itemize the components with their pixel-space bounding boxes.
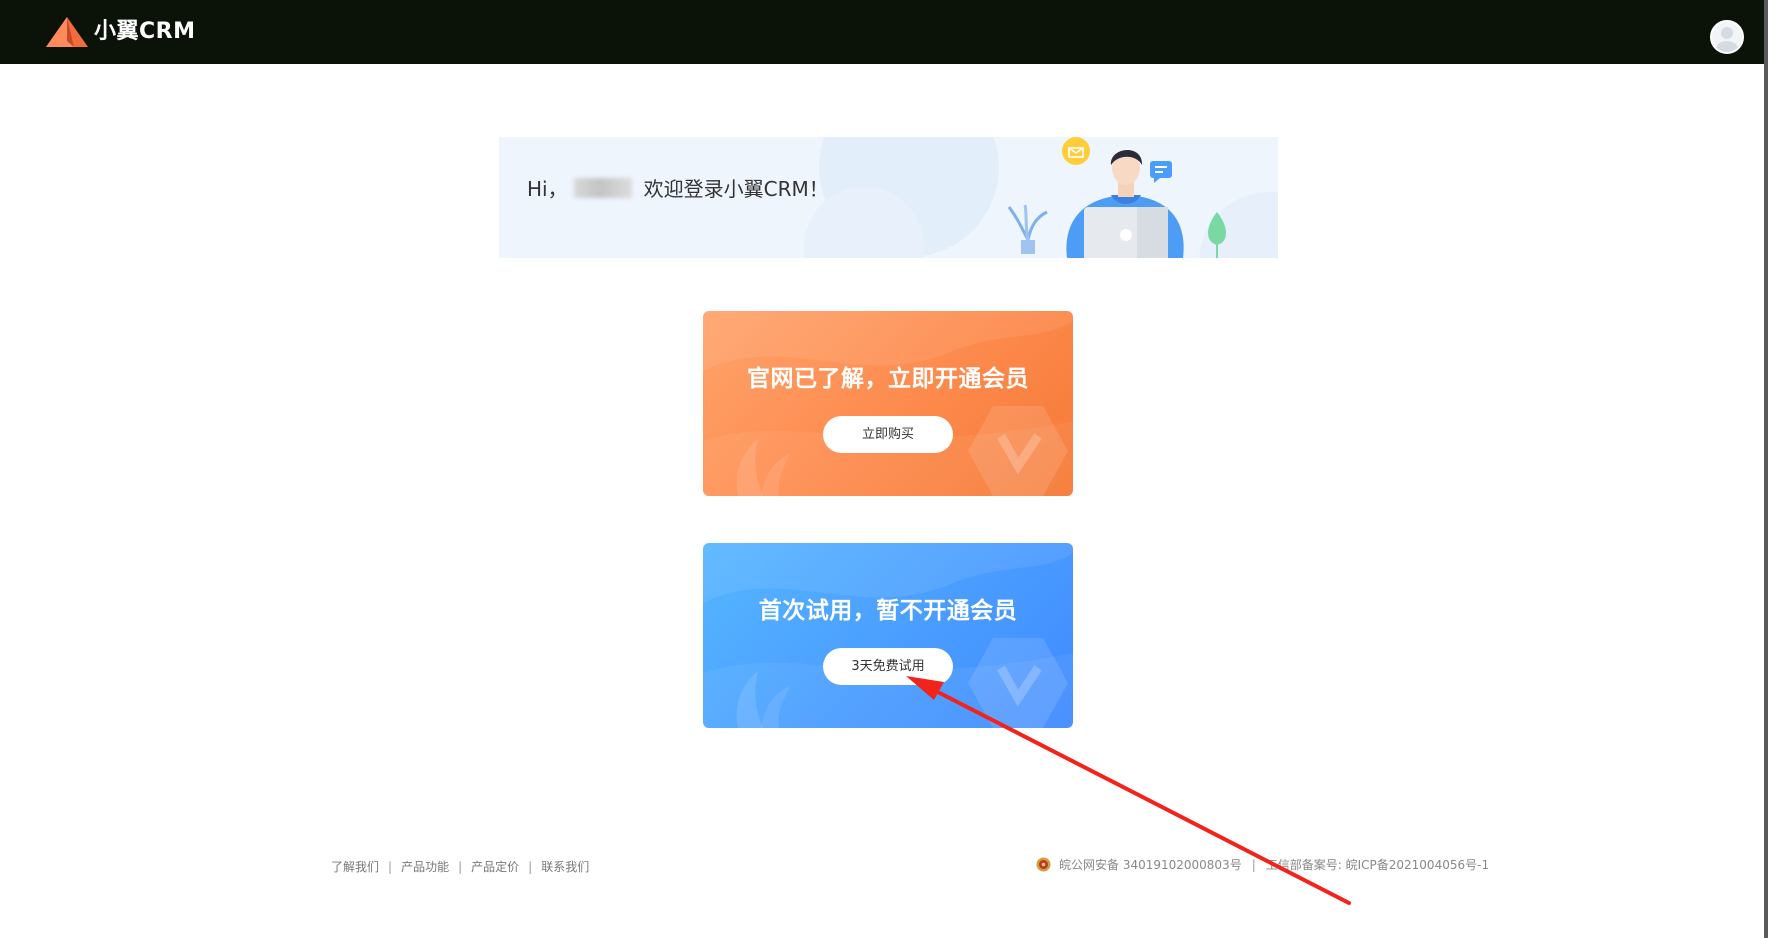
free-trial-button[interactable]: 3天免费试用 xyxy=(823,648,953,685)
welcome-message: 欢迎登录小翼CRM！ xyxy=(643,177,829,201)
user-avatar-icon xyxy=(1716,27,1738,52)
footer-separator: | xyxy=(528,859,533,874)
footer-records: 皖公网安备 34019102000803号 | 工信部备案号: 皖ICP备202… xyxy=(1036,856,1489,873)
buy-now-button[interactable]: 立即购买 xyxy=(823,416,953,453)
card-decoration xyxy=(703,543,1073,728)
triangle-logo-icon xyxy=(46,17,88,47)
footer-link-features[interactable]: 产品功能 xyxy=(401,858,449,875)
brand-logo[interactable]: 小翼CRM xyxy=(44,14,195,50)
greeting-text: Hi， xyxy=(527,177,568,201)
card-decoration xyxy=(703,311,1073,496)
blurred-username xyxy=(573,177,632,198)
footer-links: 了解我们 | 产品功能 | 产品定价 | 联系我们 xyxy=(331,858,589,875)
top-bar: 小翼CRM xyxy=(0,0,1768,64)
purchase-membership-card: 官网已了解，立即开通会员 立即购买 xyxy=(703,311,1073,496)
police-record-text[interactable]: 皖公网安备 34019102000803号 xyxy=(1059,856,1242,873)
footer-link-pricing[interactable]: 产品定价 xyxy=(471,858,519,875)
footer-separator: | xyxy=(388,859,393,874)
footer-separator: | xyxy=(1251,857,1256,872)
footer-link-contact[interactable]: 联系我们 xyxy=(541,858,589,875)
welcome-text: Hi， 欢迎登录小翼CRM！ xyxy=(527,173,829,202)
card-title: 官网已了解，立即开通会员 xyxy=(747,366,1029,392)
person-with-laptop-illustration xyxy=(1007,137,1226,258)
icp-record-text[interactable]: 工信部备案号: 皖ICP备2021004056号-1 xyxy=(1266,856,1489,873)
user-avatar[interactable] xyxy=(1710,20,1744,54)
footer-link-about[interactable]: 了解我们 xyxy=(331,858,379,875)
brand-name: 小翼CRM xyxy=(94,19,196,44)
welcome-banner: Hi， 欢迎登录小翼CRM！ xyxy=(499,137,1278,258)
footer-separator: | xyxy=(458,859,463,874)
police-badge-icon xyxy=(1036,857,1051,872)
free-trial-card: 首次试用，暂不开通会员 3天免费试用 xyxy=(703,543,1073,728)
card-title: 首次试用，暂不开通会员 xyxy=(758,598,1018,624)
window-edge xyxy=(1764,0,1768,938)
